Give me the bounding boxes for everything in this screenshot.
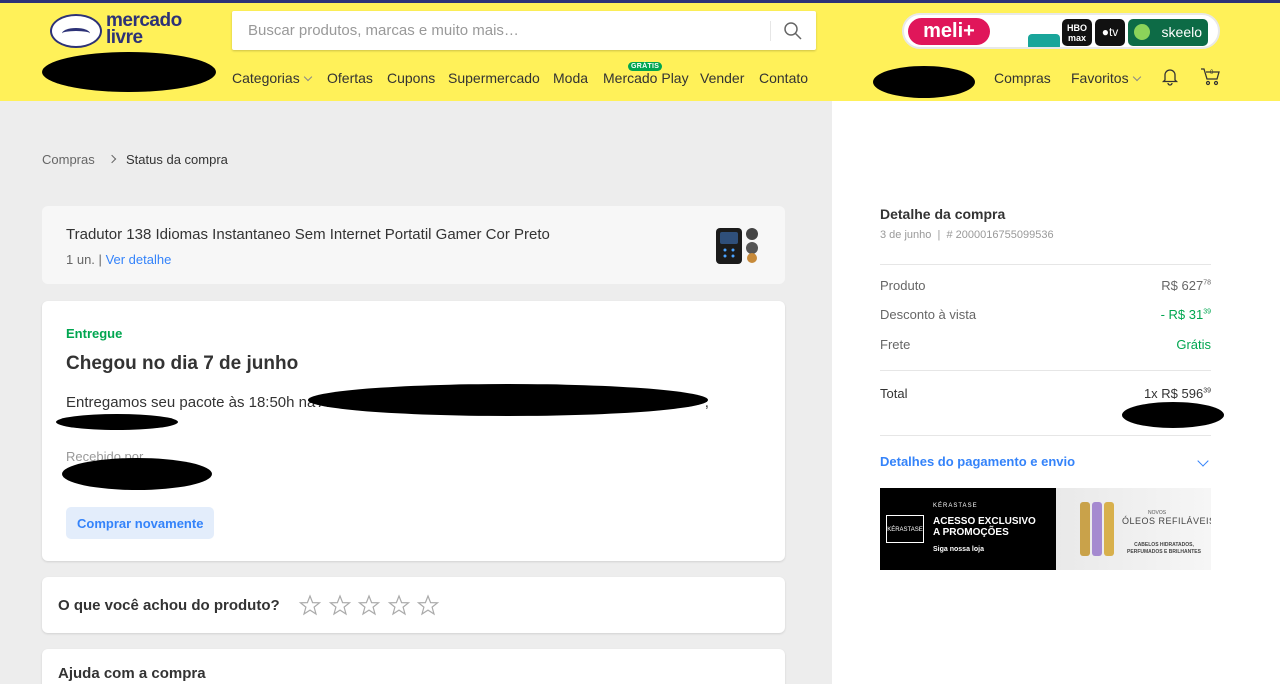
view-detail-link[interactable]: Ver detalhe (106, 252, 172, 267)
order-meta: 3 de junho | # 2000016755099536 (880, 229, 1054, 241)
help-title: Ajuda com a compra (58, 665, 206, 682)
star-icon (416, 594, 440, 616)
product-name: Tradutor 138 Idiomas Instantaneo Sem Int… (66, 226, 550, 243)
meli-plus-banner[interactable]: meli+ HBO max ●tv skeelo (902, 13, 1220, 49)
bell-icon[interactable] (1160, 66, 1180, 86)
divider (880, 264, 1211, 265)
nav-ofertas[interactable]: Ofertas (327, 70, 373, 86)
search-icon[interactable] (782, 20, 804, 42)
delivery-status-card: Entregue Chegou no dia 7 de junho Entreg… (42, 301, 785, 561)
bottle-icon (1104, 502, 1114, 556)
nav-favoritos[interactable]: Favoritos (1071, 70, 1141, 86)
partner-icon (1028, 34, 1060, 47)
bottle-icon (1080, 502, 1090, 556)
breadcrumb-current: Status da compra (126, 152, 228, 167)
ad-right-title: ÓLEOS REFILÁVEIS (1122, 516, 1211, 526)
kerastase-ad-banner[interactable]: KÉRASTASE KÉRASTASE ACESSO EXCLUSIVO A P… (880, 488, 1211, 570)
search-input[interactable] (232, 11, 770, 50)
nav-categorias[interactable]: Categorias (232, 70, 312, 86)
product-qty-line: 1 un. | Ver detalhe (66, 252, 172, 267)
bottle-icon (1092, 502, 1102, 556)
nav-mercado-play[interactable]: Mercado Play (603, 70, 689, 86)
redacted-username (873, 66, 975, 98)
buy-again-button[interactable]: Comprar novamente (66, 507, 215, 539)
product-thumbnail[interactable] (714, 222, 764, 268)
nav-moda[interactable]: Moda (553, 70, 588, 86)
star-icon (328, 594, 352, 616)
kerastase-logo: KÉRASTASE (886, 515, 924, 543)
header: mercadolivre meli+ HBOmax ●tv skeelo (0, 3, 1280, 101)
ad-right-sub: CABELOS HIDRATADOS, PERFUMADOS E BRILHAN… (1127, 542, 1201, 555)
nav-compras[interactable]: Compras (994, 70, 1051, 86)
row-frete: Frete Grátis (880, 337, 1211, 352)
handshake-icon (50, 14, 102, 48)
chevron-right-icon (107, 154, 117, 164)
product-card: Tradutor 138 Idiomas Instantaneo Sem Int… (42, 206, 785, 284)
help-card[interactable]: Ajuda com a compra (42, 649, 785, 684)
status-title: Chegou no dia 7 de junho (66, 353, 299, 374)
status-badge: Entregue (66, 326, 123, 341)
rating-card: O que você achou do produto? (42, 577, 785, 633)
detail-title: Detalhe da compra (880, 206, 1006, 222)
nav-supermercado[interactable]: Supermercado (448, 70, 540, 86)
nav-cupons[interactable]: Cupons (387, 70, 435, 86)
star-icon (357, 594, 381, 616)
nav-contato[interactable]: Contato (759, 70, 808, 86)
row-total: Total 1x R$ 59639 (880, 386, 1211, 401)
star-icon (387, 594, 411, 616)
row-desconto: Desconto à vista - R$ 3139 (880, 307, 1211, 322)
star-rating[interactable] (298, 593, 448, 617)
divider (880, 370, 1211, 371)
svg-text:0: 0 (1210, 70, 1214, 76)
ad-cta: Siga nossa loja (933, 546, 984, 553)
search-divider (770, 21, 771, 41)
logo-text: mercado livre (106, 10, 182, 48)
chevron-down-icon (1132, 72, 1141, 82)
row-produto: Produto R$ 62778 (880, 278, 1211, 293)
nav-vender[interactable]: Vender (700, 70, 744, 86)
ad-brand: KÉRASTASE (933, 503, 978, 509)
mercado-livre-logo[interactable]: mercado livre (50, 10, 190, 52)
redacted-address-line (56, 414, 178, 430)
ad-headline: ACESSO EXCLUSIVO A PROMOÇÕES (933, 516, 1036, 538)
breadcrumb-compras[interactable]: Compras (42, 152, 95, 167)
chevron-down-icon (303, 72, 312, 82)
cart-icon[interactable]: 0 (1200, 66, 1222, 86)
star-icon (298, 594, 322, 616)
redacted-installments (1122, 402, 1224, 428)
redacted-address (308, 384, 708, 416)
ad-product-image: NOVOS ÓLEOS REFILÁVEIS CABELOS HIDRATADO… (1056, 488, 1211, 570)
meli-plus-logo: meli+ (908, 18, 990, 45)
hbo-max-icon: HBO max (1062, 19, 1092, 46)
payment-details-link[interactable]: Detalhes do pagamento e envio (880, 454, 1075, 469)
apple-tv-icon: ●tv (1095, 19, 1125, 46)
redacted-location (42, 52, 216, 92)
redacted-receiver (62, 458, 212, 490)
divider (880, 435, 1211, 436)
skeelo-icon: skeelo (1128, 19, 1208, 46)
rating-question: O que você achou do produto? (58, 597, 280, 614)
search-bar (232, 11, 816, 50)
